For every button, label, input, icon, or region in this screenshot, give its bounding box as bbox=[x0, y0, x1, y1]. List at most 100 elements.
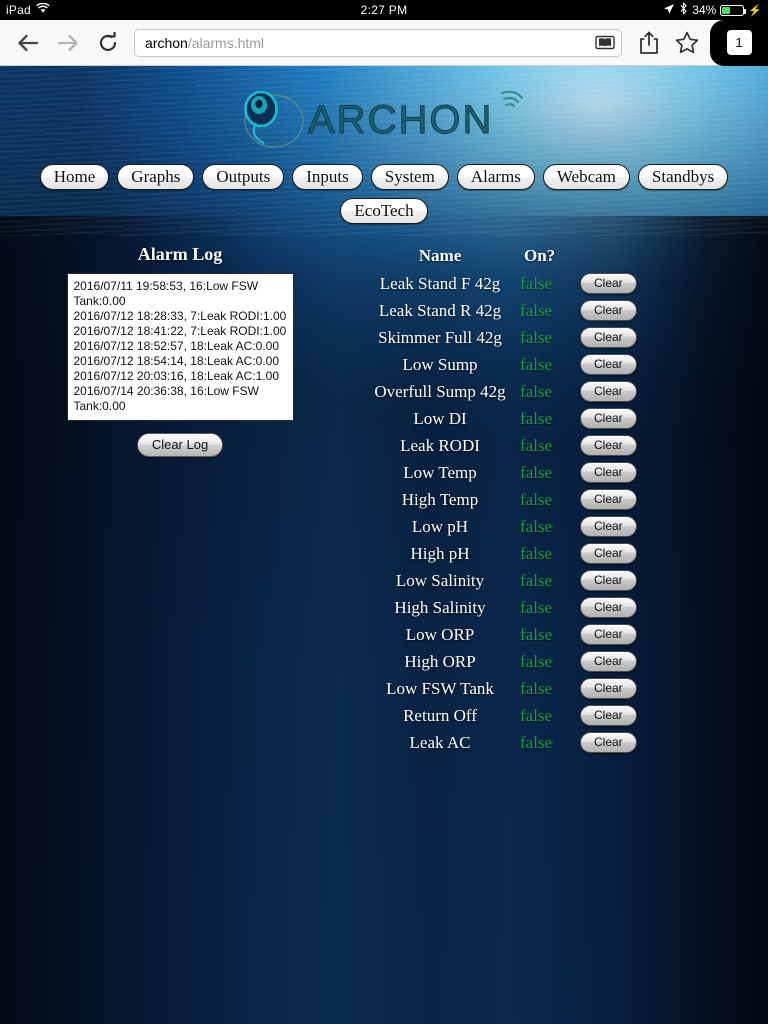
alarm-state-value: false bbox=[520, 675, 580, 702]
nav-item-standbys[interactable]: Standbys bbox=[638, 164, 728, 190]
browser-toolbar: archon/alarms.html 1 bbox=[0, 20, 768, 66]
share-button[interactable] bbox=[630, 31, 668, 55]
tab-count: 1 bbox=[727, 30, 752, 55]
alarm-state-value: false bbox=[520, 324, 580, 351]
url-host: archon bbox=[145, 35, 188, 51]
table-row: High pHfalseClear bbox=[360, 540, 660, 567]
tab-switcher-button[interactable]: 1 bbox=[710, 20, 768, 66]
nav-item-webcam[interactable]: Webcam bbox=[543, 164, 630, 190]
alarm-log-entry: 2016/07/12 18:52:57, 18:Leak AC:0.00 bbox=[74, 339, 287, 354]
bookmark-star-icon[interactable] bbox=[668, 31, 706, 54]
main-navigation: Home Graphs Outputs Inputs System Alarms… bbox=[0, 158, 768, 224]
nav-item-home[interactable]: Home bbox=[40, 164, 110, 190]
alarm-table-header-row: Name On? bbox=[360, 246, 660, 270]
battery-percent: 34% bbox=[692, 3, 716, 17]
clear-alarm-button[interactable]: Clear bbox=[580, 300, 637, 321]
alarm-action-cell: Clear bbox=[580, 540, 660, 567]
site-logo: ARCHON ARCHON bbox=[0, 66, 768, 158]
ios-status-bar: iPad 2:27 PM 34% ⚡ bbox=[0, 0, 768, 20]
clear-log-button[interactable]: Clear Log bbox=[137, 433, 223, 457]
clear-alarm-button[interactable]: Clear bbox=[580, 516, 637, 537]
alarm-state-value: false bbox=[520, 513, 580, 540]
clear-alarm-button[interactable]: Clear bbox=[580, 462, 637, 483]
alarm-name: High Temp bbox=[360, 486, 520, 513]
table-row: High SalinityfalseClear bbox=[360, 594, 660, 621]
clear-alarm-button[interactable]: Clear bbox=[580, 327, 637, 348]
clear-alarm-button[interactable]: Clear bbox=[580, 435, 637, 456]
table-row: Low FSW TankfalseClear bbox=[360, 675, 660, 702]
clear-alarm-button[interactable]: Clear bbox=[580, 273, 637, 294]
nav-item-ecotech[interactable]: EcoTech bbox=[340, 198, 427, 224]
address-bar[interactable]: archon/alarms.html bbox=[134, 29, 622, 57]
clear-alarm-button[interactable]: Clear bbox=[580, 408, 637, 429]
nav-item-alarms[interactable]: Alarms bbox=[457, 164, 535, 190]
table-row: Leak Stand R 42gfalseClear bbox=[360, 297, 660, 324]
clear-alarm-button[interactable]: Clear bbox=[580, 489, 637, 510]
reader-view-icon[interactable] bbox=[595, 35, 615, 50]
alarm-action-cell: Clear bbox=[580, 486, 660, 513]
alarm-log-entry: 2016/07/11 19:58:53, 16:Low FSW Tank:0.0… bbox=[74, 279, 287, 309]
clear-alarm-button[interactable]: Clear bbox=[580, 597, 637, 618]
alarm-name: Low DI bbox=[360, 405, 520, 432]
alarm-name: Return Off bbox=[360, 702, 520, 729]
clear-alarm-button[interactable]: Clear bbox=[580, 543, 637, 564]
clear-alarm-button[interactable]: Clear bbox=[580, 651, 637, 672]
nav-item-graphs[interactable]: Graphs bbox=[117, 164, 194, 190]
alarm-state-value: false bbox=[520, 432, 580, 459]
alarm-table-section: Name On? Leak Stand F 42gfalseClearLeak … bbox=[360, 244, 660, 756]
nav-item-outputs[interactable]: Outputs bbox=[202, 164, 284, 190]
url-path: /alarms.html bbox=[188, 35, 264, 51]
clear-log-container: Clear Log bbox=[0, 433, 360, 457]
alarm-state-value: false bbox=[520, 351, 580, 378]
alarm-state-value: false bbox=[520, 459, 580, 486]
alarm-name: Low FSW Tank bbox=[360, 675, 520, 702]
table-row: Low SumpfalseClear bbox=[360, 351, 660, 378]
table-row: Low TempfalseClear bbox=[360, 459, 660, 486]
alarm-table-body: Leak Stand F 42gfalseClearLeak Stand R 4… bbox=[360, 270, 660, 756]
svg-text:ARCHON: ARCHON bbox=[308, 98, 493, 142]
location-arrow-icon bbox=[663, 3, 675, 18]
alarm-name: Low Sump bbox=[360, 351, 520, 378]
alarm-action-cell: Clear bbox=[580, 702, 660, 729]
wifi-arcs-icon bbox=[502, 92, 522, 106]
alarm-action-cell: Clear bbox=[580, 621, 660, 648]
table-row: Low ORPfalseClear bbox=[360, 621, 660, 648]
alarm-log-box[interactable]: 2016/07/11 19:58:53, 16:Low FSW Tank:0.0… bbox=[67, 273, 294, 421]
alarm-name: Skimmer Full 42g bbox=[360, 324, 520, 351]
reload-button[interactable] bbox=[88, 23, 128, 63]
nav-row-secondary: EcoTech bbox=[0, 198, 768, 224]
alarm-log-entry: 2016/07/12 18:54:14, 18:Leak AC:0.00 bbox=[74, 354, 287, 369]
clear-alarm-button[interactable]: Clear bbox=[580, 354, 637, 375]
clear-alarm-button[interactable]: Clear bbox=[580, 678, 637, 699]
table-row: Overfull Sump 42gfalseClear bbox=[360, 378, 660, 405]
lightning-bolt-icon: ⚡ bbox=[748, 4, 762, 17]
alarm-state-value: false bbox=[520, 405, 580, 432]
alarm-log-title: Alarm Log bbox=[0, 244, 360, 265]
alarm-name: Leak RODI bbox=[360, 432, 520, 459]
alarm-log-entry: 2016/07/12 18:28:33, 7:Leak RODI:1.00 bbox=[74, 309, 287, 324]
alarm-action-cell: Clear bbox=[580, 378, 660, 405]
clear-alarm-button[interactable]: Clear bbox=[580, 570, 637, 591]
alarm-name: Leak Stand R 42g bbox=[360, 297, 520, 324]
alarm-name: Overfull Sump 42g bbox=[360, 378, 520, 405]
clear-alarm-button[interactable]: Clear bbox=[580, 624, 637, 645]
alarm-state-value: false bbox=[520, 567, 580, 594]
clear-alarm-button[interactable]: Clear bbox=[580, 732, 637, 753]
alarm-name: Low ORP bbox=[360, 621, 520, 648]
clear-alarm-button[interactable]: Clear bbox=[580, 381, 637, 402]
table-row: Leak ACfalseClear bbox=[360, 729, 660, 756]
alarm-state-value: false bbox=[520, 270, 580, 297]
clear-alarm-button[interactable]: Clear bbox=[580, 705, 637, 726]
nav-row-primary: Home Graphs Outputs Inputs System Alarms… bbox=[0, 164, 768, 190]
back-button[interactable] bbox=[8, 23, 48, 63]
alarm-name: High ORP bbox=[360, 648, 520, 675]
table-row: Return OfffalseClear bbox=[360, 702, 660, 729]
table-row: Leak Stand F 42gfalseClear bbox=[360, 270, 660, 297]
nav-item-system[interactable]: System bbox=[371, 164, 449, 190]
alarm-name: Low Salinity bbox=[360, 567, 520, 594]
alarm-state-value: false bbox=[520, 648, 580, 675]
alarm-log-section: Alarm Log 2016/07/11 19:58:53, 16:Low FS… bbox=[0, 244, 360, 457]
nav-item-inputs[interactable]: Inputs bbox=[292, 164, 363, 190]
forward-button[interactable] bbox=[48, 23, 88, 63]
table-row: Low DIfalseClear bbox=[360, 405, 660, 432]
